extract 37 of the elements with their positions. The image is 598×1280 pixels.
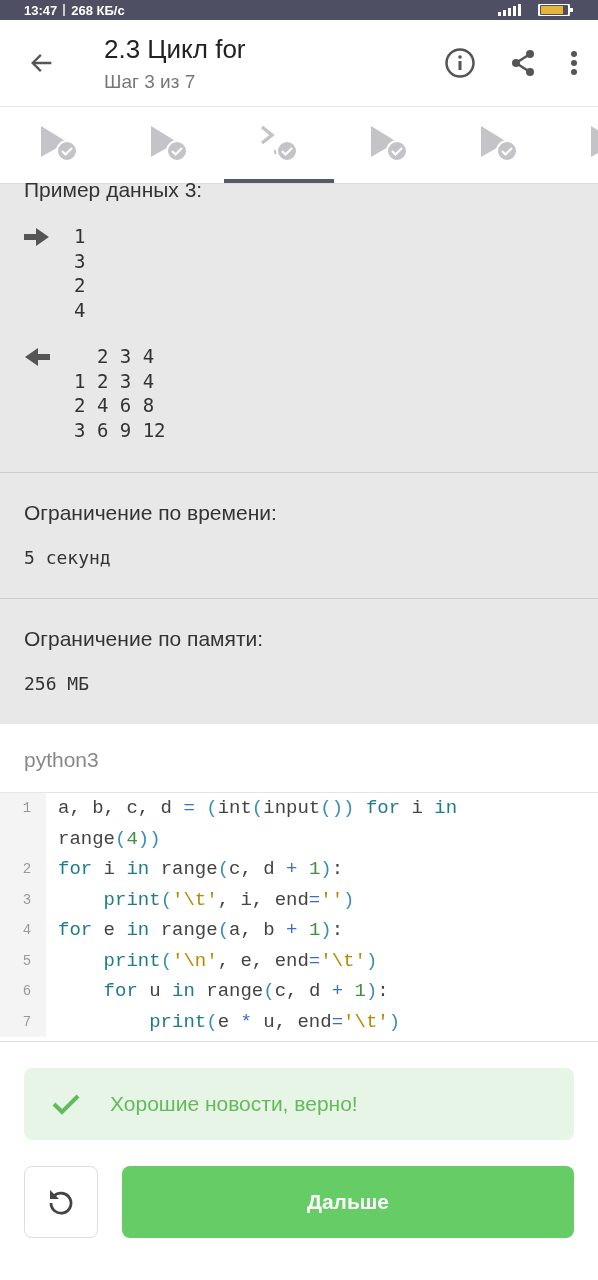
- code-line: a, b, c, d = (int(input()) for i in range(4)): [57, 796, 459, 852]
- more-icon: [570, 50, 578, 76]
- battery-icon: [538, 4, 574, 16]
- code-line: for e in range(a, b + 1):: [57, 918, 345, 943]
- limit-label: Ограничение по времени:: [24, 501, 278, 525]
- next-button[interactable]: Дальше: [122, 1166, 574, 1238]
- check-icon: [52, 1093, 80, 1115]
- code-line: for i in range(c, d + 1):: [57, 857, 345, 882]
- limit-value: 256 МБ: [24, 673, 91, 694]
- line-number: 7: [0, 1006, 46, 1037]
- code-editor[interactable]: [0, 793, 598, 1042]
- limit-label: Ограничение по памяти:: [24, 627, 265, 651]
- status-time: 13:47: [24, 2, 58, 18]
- output-arrow-icon: [24, 348, 50, 366]
- result-message: Хорошие новости, верно!: [110, 1092, 358, 1116]
- info-icon: [444, 47, 476, 79]
- step-counter: Шаг 3 из 7: [104, 70, 197, 93]
- retry-button[interactable]: [24, 1166, 98, 1238]
- line-number: 4: [0, 915, 46, 946]
- input-arrow-icon: [24, 228, 50, 246]
- line-number: 3: [0, 884, 46, 915]
- lesson-title: 2.3 Цикл for: [104, 33, 247, 65]
- input-values: 1 3 2 4: [74, 224, 86, 322]
- output-values: 2 3 4 1 2 3 4 2 4 6 8 3 6 9 12: [74, 344, 166, 442]
- line-number: 2: [0, 854, 46, 885]
- code-line: print('\t', i, end=''): [102, 887, 356, 913]
- line-number: 6: [0, 976, 46, 1007]
- code-line: for u in range(c, d + 1):: [102, 979, 390, 1004]
- network-speed: 268 КБ/с: [71, 2, 125, 18]
- limit-value: 5 секунд: [24, 547, 112, 568]
- line-number: 5: [0, 945, 46, 976]
- language-label: python3: [0, 724, 598, 793]
- sample-title: Пример данных 3:: [24, 178, 204, 202]
- code-line: print('\n', e, end='\t'): [102, 948, 379, 974]
- line-number: 1: [0, 793, 46, 854]
- signal-icon: [498, 4, 524, 16]
- code-line: print(e * u, end='\t'): [148, 1009, 402, 1035]
